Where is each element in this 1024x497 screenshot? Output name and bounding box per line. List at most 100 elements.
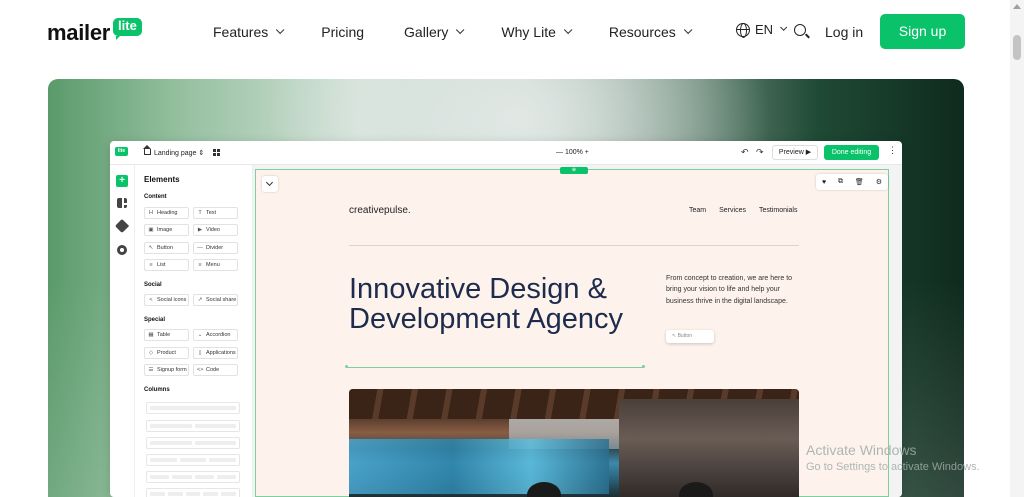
column-layout-5 [146,471,240,483]
element-label: Social icons [157,297,187,303]
divider-icon: — [197,245,203,251]
heading-icon: H [149,210,153,216]
element-label: List [157,262,166,268]
photo-glass-wall [349,439,609,494]
element-chip: ☰ Signup form [144,364,189,376]
more-icon: ⋮ [888,145,897,155]
preview-button: Preview ▶ [772,145,818,160]
undo-icon: ↶ [741,147,749,157]
editor-canvas: ⊕ ♥ ⧉ 🗑 ⚙ creativepulse. Team Services T… [253,165,902,497]
element-chip: T Text [193,207,238,219]
section-content: Content [144,194,167,200]
home-icon [143,145,151,155]
favorite-icon: ♥ [821,178,827,186]
section-handle: ⊕ [560,167,588,174]
logo-word: mailer [47,20,111,45]
menu-item-features[interactable]: Features [213,22,285,42]
menu-item-label: Gallery [404,24,449,40]
table-icon: ▦ [148,332,154,338]
element-chip: ◇ Product [144,347,189,359]
element-label: Applications [206,350,236,356]
block-toolbar: ♥ ⧉ 🗑 ⚙ [816,174,888,190]
section-social: Social [144,282,162,288]
code-icon: <> [197,367,204,373]
section-columns: Columns [144,387,170,393]
layout-icon [117,198,127,208]
chevron-down-icon [683,25,693,35]
site-button: ↖ Button [666,330,714,343]
site-nav-link: Services [719,207,746,214]
watermark-subtitle: Go to Settings to activate Windows. [806,461,980,473]
search-icon[interactable] [794,24,806,36]
external-link-icon: ↗ [197,297,203,303]
mailerlite-logo[interactable]: mailer lite [47,18,142,44]
element-label: Social share [206,297,237,303]
photo-interior [619,399,799,497]
column-layout-1 [146,402,240,414]
menu-item-label: Why Lite [501,24,556,40]
list-icon: ≡ [149,262,153,268]
signup-button[interactable]: Sign up [880,14,965,49]
editor-preview: lite Landing page ⇕ — 100% + ↶ ↷ Preview… [110,141,902,497]
element-chip: < Social icons [144,294,189,306]
element-chip: ↗ Social share [193,294,238,306]
add-element-icon: + [116,175,128,187]
element-label: Text [206,210,217,216]
element-chip: — Divider [193,242,238,254]
scroll-up-arrow-icon[interactable] [1013,4,1021,9]
scrollbar[interactable] [1010,0,1024,497]
page: mailer lite Features Pricing Gallery Why… [0,0,1024,497]
site-nav: Team Services Testimonials [689,207,797,214]
element-chip: ≡ Menu [193,259,238,271]
element-label: Divider [206,245,224,251]
editor-logo-badge: lite [115,147,128,156]
element-label: Accordion [206,332,231,338]
scrollbar-thumb[interactable] [1013,35,1021,60]
element-label: Video [206,227,220,233]
watermark-title: Activate Windows [806,442,917,458]
delete-icon: 🗑 [854,179,864,186]
top-nav: mailer lite Features Pricing Gallery Why… [0,0,1010,64]
language-label: EN [755,22,774,37]
menu-item-label: Resources [608,24,676,40]
menu-item-gallery[interactable]: Gallery [404,22,465,42]
gear-icon [117,245,127,255]
tag-icon [114,218,130,234]
column-layout-4 [146,454,240,466]
chevron-down-icon [456,25,465,35]
cursor-icon: ↖ [148,245,154,251]
column-layout-3 [146,437,240,449]
duplicate-icon: ⧉ [838,178,844,185]
applications-icon: ▯ [198,350,202,356]
element-label: Button [157,245,173,251]
language-selector[interactable]: EN [736,22,788,38]
product-icon: ◇ [148,350,154,356]
video-icon: ▶ [197,227,203,233]
element-chip: <> Code [193,364,238,376]
chevron-down-icon [780,23,788,31]
section-special: Special [144,317,166,323]
panel-title: Elements [144,175,180,184]
site-brand: creativepulse. [349,205,411,216]
element-label: Product [157,350,176,356]
element-chip: ⌄ Accordion [193,329,238,341]
menu-item-pricing[interactable]: Pricing [321,22,364,42]
element-label: Table [157,332,171,338]
image-icon: ▣ [148,227,154,233]
menu-item-label: Features [213,24,269,40]
menu-item-why-lite[interactable]: Why Lite [501,22,573,42]
element-chip: ↖ Button [144,242,189,254]
site-nav-link: Team [689,207,707,214]
site-paragraph: From concept to creation, we are here to… [666,275,793,305]
chevron-down-icon [262,176,278,192]
element-label: Code [206,367,220,373]
menu-item-resources[interactable]: Resources [608,22,693,42]
element-label: Heading [157,210,178,216]
grid-icon [213,149,220,156]
page-selector: Landing page ⇕ [154,150,205,157]
globe-icon [736,22,750,38]
login-link[interactable]: Log in [825,24,863,40]
site-nav-link: Testimonials [758,207,798,214]
logo-badge: lite [113,18,142,40]
column-layout-6 [146,488,240,497]
